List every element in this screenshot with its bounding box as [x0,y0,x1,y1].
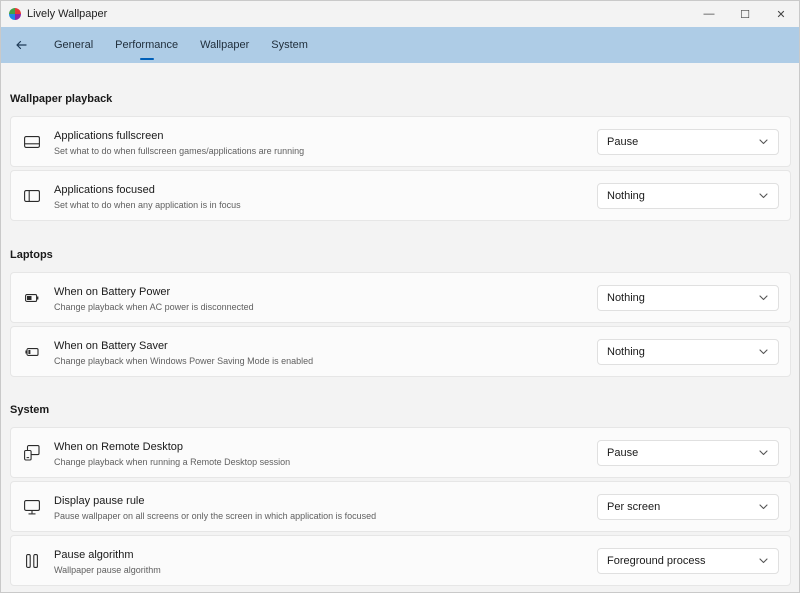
chevron-down-icon [758,294,768,302]
setting-description: Pause wallpaper on all screens or only t… [54,511,377,521]
pause-algorithm-dropdown[interactable]: Foreground process [597,548,779,574]
tab-system[interactable]: System [260,27,319,63]
chevron-down-icon [758,557,768,565]
fullscreen-icon [23,134,41,150]
tab-performance[interactable]: Performance [104,27,189,63]
setting-description: Set what to do when any application is i… [54,200,241,210]
tab-general[interactable]: General [43,27,104,63]
settings-content: Wallpaper playback Applications fullscre… [1,63,799,592]
monitor-icon [23,499,41,515]
setting-description: Change playback when running a Remote De… [54,457,291,467]
app-window: Lively Wallpaper — ☐ ✕ General Performan… [0,0,800,593]
chevron-down-icon [758,449,768,457]
dropdown-selected-value: Pause [607,447,639,459]
setting-card-battery-power: When on Battery Power Change playback wh… [10,272,791,323]
maximize-button[interactable]: ☐ [727,1,763,27]
section-title-wallpaper-playback: Wallpaper playback [10,93,113,105]
chevron-down-icon [758,348,768,356]
pause-icon [23,553,41,569]
setting-title: Pause algorithm [54,549,134,561]
section-title-laptops: Laptops [10,249,53,261]
back-arrow-icon [16,40,27,50]
setting-description: Set what to do when fullscreen games/app… [54,146,305,156]
setting-title: Applications focused [54,184,155,196]
battery-saver-icon [23,344,41,360]
dropdown-selected-value: Nothing [607,292,645,304]
minimize-button[interactable]: — [691,1,727,27]
back-button[interactable] [11,35,31,55]
setting-title: Applications fullscreen [54,130,164,142]
section-title-system: System [10,404,50,416]
battery-saver-dropdown[interactable]: Nothing [597,339,779,365]
setting-description: Change playback when Windows Power Savin… [54,356,314,366]
setting-card-pause-algorithm: Pause algorithm Wallpaper pause algorith… [10,535,791,586]
setting-card-remote-desktop: When on Remote Desktop Change playback w… [10,427,791,478]
chevron-down-icon [758,503,768,511]
chevron-down-icon [758,138,768,146]
nav-bar: General Performance Wallpaper System [1,27,799,63]
dropdown-selected-value: Nothing [607,190,645,202]
applications-fullscreen-dropdown[interactable]: Pause [597,129,779,155]
dropdown-selected-value: Foreground process [607,555,706,567]
battery-icon [23,290,41,306]
setting-description: Change playback when AC power is disconn… [54,302,254,312]
title-bar: Lively Wallpaper — ☐ ✕ [1,1,799,27]
remote-desktop-dropdown[interactable]: Pause [597,440,779,466]
window-title: Lively Wallpaper [27,8,108,20]
dropdown-selected-value: Per screen [607,501,661,513]
tab-wallpaper[interactable]: Wallpaper [189,27,260,63]
dropdown-selected-value: Nothing [607,346,645,358]
setting-title: When on Remote Desktop [54,441,184,453]
setting-card-display-pause-rule: Display pause rule Pause wallpaper on al… [10,481,791,532]
chevron-down-icon [758,192,768,200]
setting-description: Wallpaper pause algorithm [54,565,161,575]
battery-power-dropdown[interactable]: Nothing [597,285,779,311]
tab-list: General Performance Wallpaper System [43,27,319,63]
setting-card-applications-fullscreen: Applications fullscreen Set what to do w… [10,116,791,167]
setting-card-applications-focused: Applications focused Set what to do when… [10,170,791,221]
display-pause-rule-dropdown[interactable]: Per screen [597,494,779,520]
remote-desktop-icon [23,445,41,461]
setting-title: When on Battery Power [54,286,171,298]
setting-card-battery-saver: When on Battery Saver Change playback wh… [10,326,791,377]
close-button[interactable]: ✕ [763,1,799,27]
window-controls: — ☐ ✕ [691,1,799,27]
setting-title: When on Battery Saver [54,340,168,352]
dropdown-selected-value: Pause [607,136,639,148]
lively-logo-icon [9,8,21,20]
applications-focused-dropdown[interactable]: Nothing [597,183,779,209]
setting-title: Display pause rule [54,495,145,507]
focused-window-icon [23,188,41,204]
